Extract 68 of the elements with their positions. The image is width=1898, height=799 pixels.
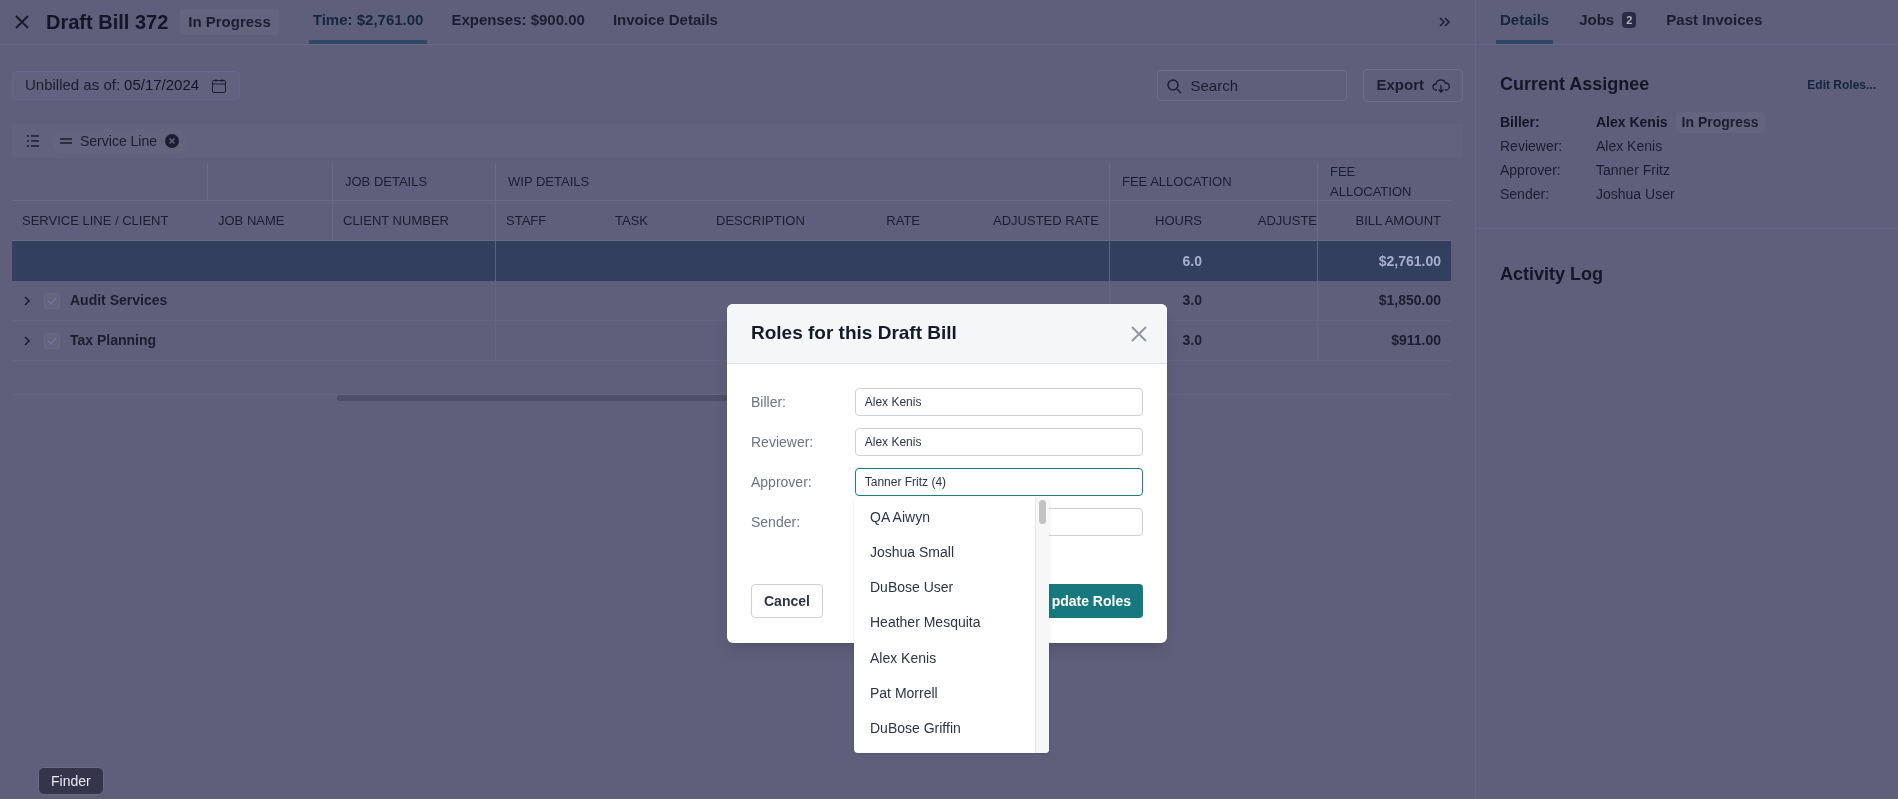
calendar-icon bbox=[211, 77, 228, 94]
column-header: ADJUSTED RATE bbox=[930, 201, 1110, 240]
role-value: Alex Kenis bbox=[1596, 112, 1668, 132]
role-field[interactable]: Alex Kenis bbox=[854, 428, 1143, 456]
count-badge: 2 bbox=[1622, 11, 1637, 29]
column-header: STAFF bbox=[505, 211, 548, 230]
dropdown-option[interactable]: DuBose User bbox=[870, 577, 1035, 613]
section-title: Current Assignee bbox=[1500, 73, 1650, 96]
amount-cell-text: $911.00 bbox=[1391, 331, 1441, 350]
close-icon[interactable] bbox=[1131, 325, 1147, 342]
column-header: DESCRIPTION bbox=[715, 211, 806, 230]
dropdown-option[interactable]: Pat Morrell bbox=[870, 682, 1035, 718]
column-header: CLIENT NUMBER bbox=[333, 201, 496, 240]
close-icon[interactable] bbox=[14, 14, 30, 30]
checkbox[interactable] bbox=[44, 292, 60, 309]
column-header: RATE bbox=[885, 211, 921, 230]
double-chevron-icon[interactable] bbox=[1439, 16, 1451, 28]
role-label: Sender: bbox=[1500, 184, 1551, 204]
status-badge: In Progress bbox=[180, 8, 279, 36]
role-label: Approver: bbox=[1500, 160, 1562, 180]
dropdown-option[interactable]: Heather Mesquita bbox=[870, 612, 1035, 648]
field-label: Biller: bbox=[751, 392, 787, 412]
bill-title: Draft Bill 372 bbox=[46, 10, 169, 35]
role-label: Reviewer: bbox=[1500, 136, 1564, 156]
chevron-icon[interactable] bbox=[22, 335, 32, 346]
drag-handle-icon bbox=[60, 137, 72, 145]
dropdown-option[interactable]: Joshua Small bbox=[870, 542, 1035, 578]
column-header: JOB NAME bbox=[208, 201, 333, 240]
search-icon bbox=[1166, 78, 1183, 94]
search-field[interactable]: Search bbox=[1157, 70, 1348, 101]
amount-cell-text: $1,850.00 bbox=[1378, 291, 1441, 310]
checkbox[interactable] bbox=[44, 332, 60, 349]
column-group-header: FEE ALLOCATION bbox=[1329, 163, 1413, 200]
status-badge: In Progress bbox=[1675, 111, 1765, 133]
amount-cell-text: $2,761.00 bbox=[1378, 251, 1441, 271]
section-title: Activity Log bbox=[1499, 263, 1604, 286]
scrollbar-thumb[interactable] bbox=[1039, 500, 1046, 524]
list-icon bbox=[26, 135, 40, 147]
hours-cell-text: 6.0 bbox=[1182, 251, 1202, 271]
dialog-title: Roles for this Draft Bill bbox=[751, 321, 957, 346]
role-field[interactable]: Tanner Fritz (4) bbox=[854, 468, 1143, 496]
column-header: SERVICE LINE / CLIENT bbox=[21, 211, 170, 230]
dropdown-option[interactable]: DuBose Griffin bbox=[870, 717, 1035, 753]
remove-icon bbox=[165, 134, 180, 148]
role-value: Tanner Fritz bbox=[1596, 160, 1670, 180]
field-label: Sender: bbox=[751, 512, 802, 532]
tab[interactable]: Jobs 2 bbox=[1575, 0, 1641, 44]
tooltip: Finder bbox=[38, 767, 104, 795]
column-group-header: JOB DETAILS bbox=[333, 163, 496, 200]
hours-cell-text: 3.0 bbox=[1182, 331, 1202, 350]
role-value: Joshua User bbox=[1596, 184, 1675, 204]
dropdown-option[interactable]: QA Aiwyn bbox=[870, 507, 1035, 543]
column-header: ADJUSTE bbox=[1212, 201, 1318, 240]
role-label: Biller: bbox=[1500, 112, 1541, 132]
column-group-header: FEE ALLOCATION bbox=[1110, 163, 1318, 200]
dropdown-option[interactable]: Alex Kenis bbox=[870, 647, 1035, 683]
field-label: Reviewer: bbox=[751, 432, 815, 452]
field-label: Approver: bbox=[751, 472, 813, 492]
cloud-download-icon bbox=[1432, 77, 1450, 94]
hours-cell-text: 3.0 bbox=[1182, 291, 1202, 310]
column-header: HOURS bbox=[1154, 211, 1203, 230]
column-group-header: WIP DETAILS bbox=[496, 163, 1110, 200]
column-header: TASK bbox=[614, 211, 649, 230]
column-header: BILL AMOUNT bbox=[1354, 211, 1442, 230]
chevron-icon[interactable] bbox=[22, 295, 32, 306]
cancel-button[interactable]: Cancel bbox=[751, 584, 823, 618]
role-value: Alex Kenis bbox=[1596, 136, 1663, 156]
role-field[interactable]: Alex Kenis bbox=[854, 388, 1143, 416]
